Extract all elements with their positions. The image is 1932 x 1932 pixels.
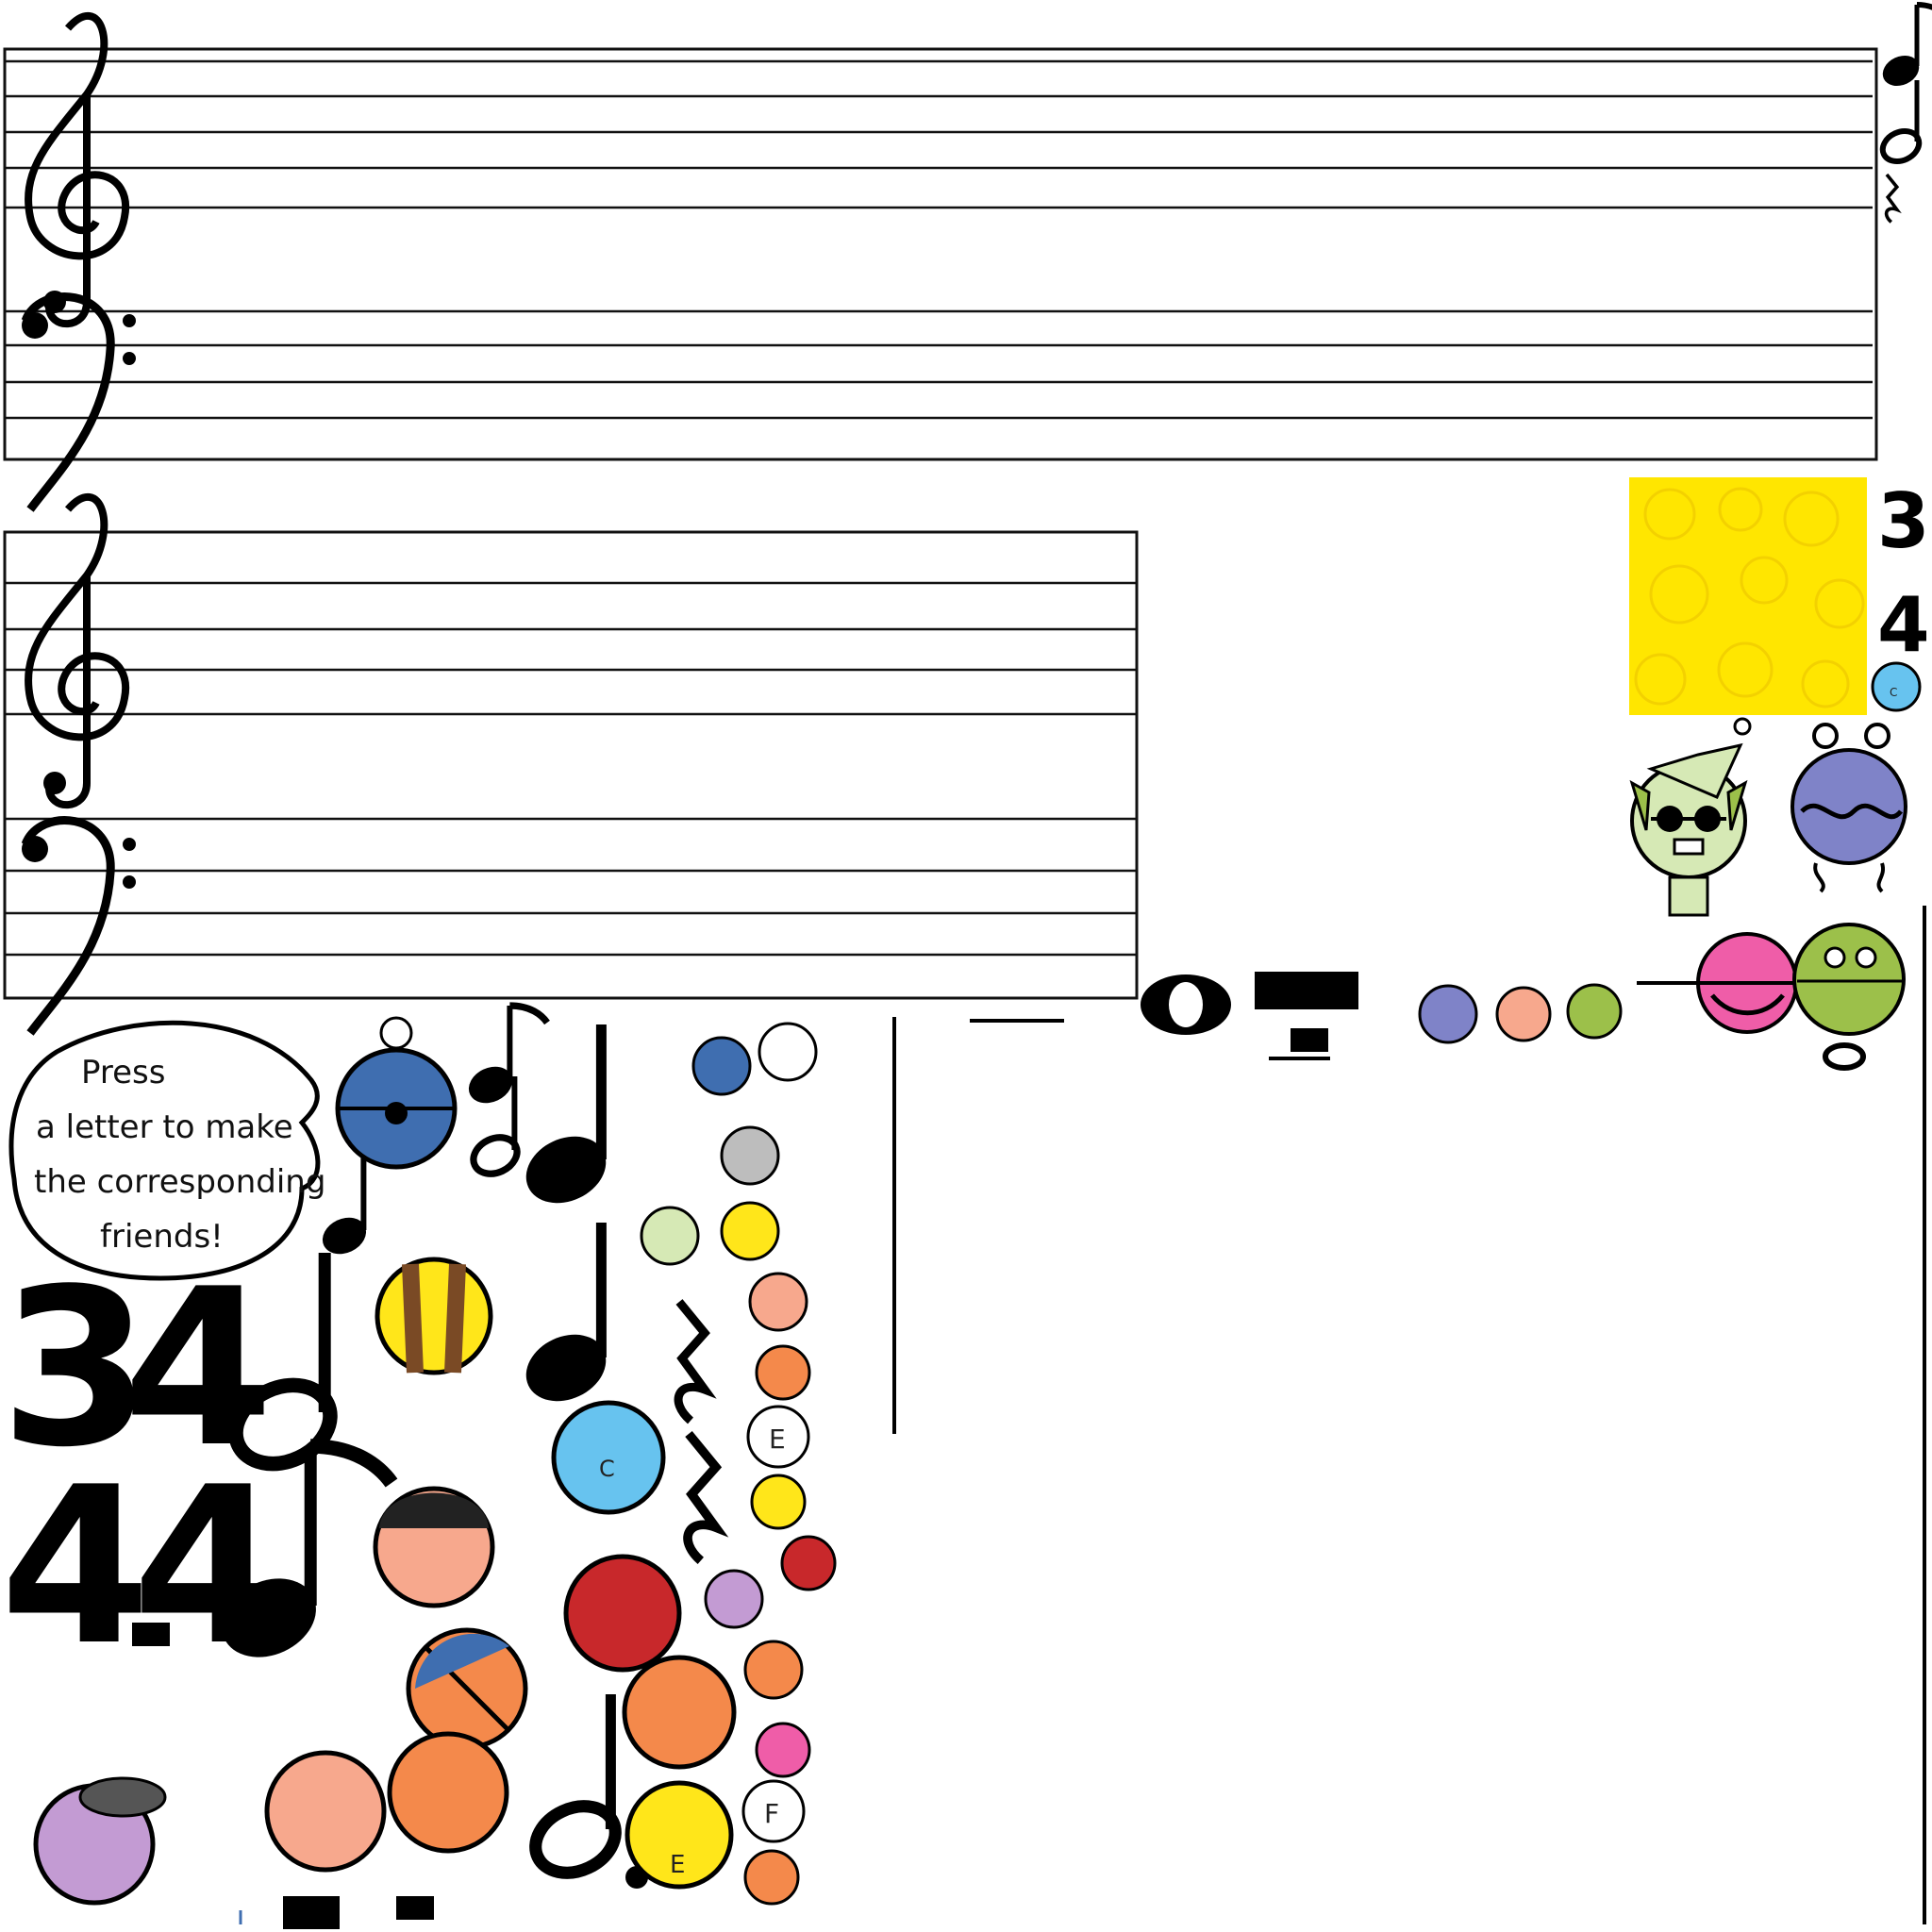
light-blue-face-small: C [1871,661,1922,712]
character-row-right [1637,906,1926,1924]
time-signature-small: 3 4 [1877,477,1930,669]
note-column-top-right [1878,5,1932,225]
time-sig-large-bottom: 4 [0,1441,151,1693]
small-character-column: E F [640,1022,837,1906]
yellow-face-letter: E [670,1851,685,1879]
sprite-sheet: 3 4 C Press a letter to make the corresp… [0,0,1932,1929]
grand-staff-middle [3,497,1139,1033]
time-sig-small-top: 3 [1877,477,1930,565]
bubble-line-3: the corresponding [34,1163,325,1201]
bubble-line-2: a letter to make [36,1108,293,1146]
bee-character-icon [375,1257,493,1375]
bubble-line-1: Press [81,1054,165,1091]
alien-character-icon [1629,717,1752,917]
mini-characters-row [1418,983,1623,1044]
monster-character-icon [1790,723,1907,893]
blue-face-small-letter: C [1890,686,1897,699]
blue-face-letter: C [599,1456,615,1482]
white-face-e-letter: E [769,1424,786,1455]
grand-staff-top [3,16,1878,509]
star-face-icon [622,1655,737,1770]
speech-bubble: Press a letter to make the corresponding… [8,1020,325,1281]
rest-row [970,972,1358,1060]
time-sig-small-bottom: 4 [1877,581,1930,669]
yellow-pattern-tile [1629,477,1867,715]
white-face-f-letter: F [764,1798,779,1829]
